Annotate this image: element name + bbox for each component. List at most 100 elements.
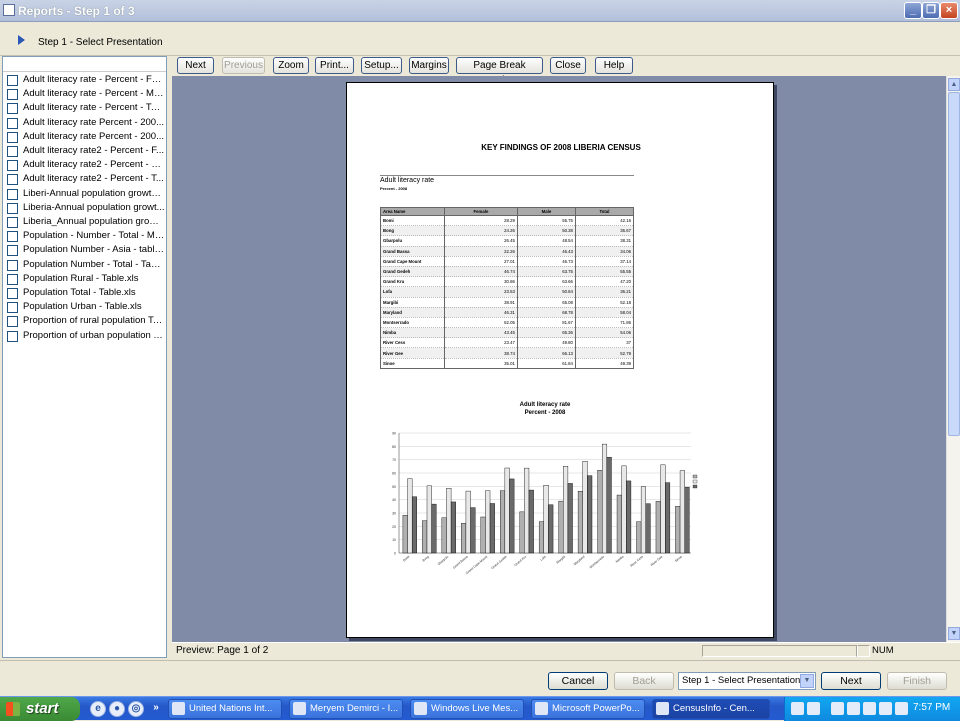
previous-page-button[interactable]: Previous — [222, 57, 265, 74]
file-list-item[interactable]: Adult literacy rate - Percent - Fe... — [7, 73, 165, 87]
bar — [431, 503, 437, 554]
finish-button[interactable]: Finish — [887, 672, 947, 690]
print-button[interactable]: Print... — [315, 57, 354, 74]
file-checkbox[interactable] — [7, 273, 18, 285]
file-list-item[interactable]: Population Rural - Table.xls — [7, 272, 165, 286]
file-list-item[interactable]: Population - Number - Total - Ma... — [7, 229, 165, 243]
cancel-button[interactable]: Cancel — [548, 672, 608, 690]
scroll-down-icon[interactable]: ▼ — [948, 627, 960, 640]
taskbar-item[interactable]: Meryem Demirci - I... — [289, 699, 403, 719]
file-list-item[interactable]: Population Number - Asia - table.... — [7, 243, 165, 257]
bar — [450, 501, 456, 554]
value-cell: 34.06 — [574, 245, 635, 257]
file-checkbox[interactable] — [7, 202, 18, 214]
bar — [441, 517, 447, 554]
file-checkbox[interactable] — [7, 75, 18, 86]
file-list-item[interactable]: Adult literacy rate2 - Percent - M... — [7, 158, 165, 172]
status-panel — [702, 645, 870, 657]
firefox-quicklaunch-icon[interactable]: ● — [109, 701, 125, 717]
file-checkbox[interactable] — [7, 217, 18, 228]
taskbar-item[interactable]: Microsoft PowerPo... — [531, 699, 645, 719]
value-cell: 38.91 — [444, 296, 518, 308]
file-list-item[interactable]: Population Total - Table.xls — [7, 286, 165, 300]
taskbar-item[interactable]: Windows Live Mes... — [410, 699, 524, 719]
clock: 7:57 PM — [913, 702, 951, 713]
file-list-item[interactable]: Proportion of urban population T... — [7, 329, 165, 343]
messenger-tray-icon[interactable] — [831, 702, 844, 715]
file-list-item[interactable]: Adult literacy rate Percent - 200... — [7, 130, 165, 144]
file-checkbox[interactable] — [7, 188, 18, 200]
file-checkbox[interactable] — [7, 330, 18, 342]
taskbar-item-label: CensusInfo - Cen... — [673, 703, 755, 714]
table-row: River Cess 23.47 49.80 37 — [380, 337, 635, 348]
bar — [519, 511, 525, 554]
file-checkbox[interactable] — [7, 174, 18, 186]
y-tick-label: 60 — [392, 472, 396, 476]
minimize-icon[interactable]: _ — [904, 2, 922, 19]
value-cell: 23.47 — [444, 337, 518, 348]
chevron-right-icon[interactable]: » — [148, 701, 164, 717]
file-list-item[interactable]: Proportion of rural population Tot... — [7, 314, 165, 328]
file-checkbox[interactable] — [7, 89, 18, 101]
file-list-item[interactable]: Adult literacy rate2 - Percent - T... — [7, 172, 165, 186]
file-checkbox[interactable] — [7, 117, 18, 129]
zoom-button[interactable]: Zoom — [273, 57, 309, 74]
back-button[interactable]: Back — [614, 672, 674, 690]
file-list-item[interactable]: Population Number - Total - Table... — [7, 258, 165, 272]
file-list-item[interactable]: Adult literacy rate Percent - 200... — [7, 116, 165, 130]
file-checkbox[interactable] — [7, 316, 18, 328]
file-list-item[interactable]: Liberia-Annual population growt... — [7, 201, 165, 215]
setup-button[interactable]: Setup... — [361, 57, 402, 74]
status-divider — [856, 645, 858, 657]
next-page-button[interactable]: Next — [177, 57, 214, 74]
value-cell: 65.08 — [516, 296, 576, 308]
file-list-item[interactable]: Population Urban - Table.xls — [7, 300, 165, 314]
file-name: Adult literacy rate - Percent - Tot... — [23, 102, 165, 114]
scroll-thumb[interactable] — [948, 92, 960, 436]
chevron-down-icon[interactable]: ▼ — [800, 674, 814, 688]
value-cell: 26.45 — [444, 235, 518, 247]
file-checkbox[interactable] — [7, 103, 18, 115]
volume-tray-icon[interactable] — [895, 702, 908, 715]
file-list-item[interactable]: Liberi-Annual population growth ... — [7, 187, 165, 201]
bar — [485, 490, 491, 554]
security-tray-icon[interactable] — [847, 702, 860, 715]
file-checkbox[interactable] — [7, 160, 18, 172]
file-checkbox[interactable] — [7, 245, 18, 257]
close-preview-button[interactable]: Close — [550, 57, 586, 74]
shield-tray-icon[interactable] — [879, 702, 892, 715]
network-tray-icon[interactable] — [807, 702, 820, 715]
sync-tray-icon[interactable] — [863, 702, 876, 715]
file-list-item[interactable]: Adult literacy rate - Percent - Mal... — [7, 87, 165, 101]
file-list-item[interactable]: Adult literacy rate - Percent - Tot... — [7, 101, 165, 115]
file-checkbox[interactable] — [7, 231, 18, 243]
vertical-scrollbar[interactable]: ▲ ▼ — [946, 76, 960, 642]
page-break-preview-button[interactable]: Page Break Preview — [456, 57, 543, 86]
taskbar-item[interactable]: United Nations Int... — [168, 699, 282, 719]
restore-icon[interactable]: ❐ — [922, 2, 940, 19]
close-icon[interactable]: × — [940, 2, 958, 19]
file-checkbox[interactable] — [7, 146, 18, 157]
file-checkbox[interactable] — [7, 288, 18, 299]
file-name: Proportion of urban population T... — [23, 329, 165, 341]
taskbar-item[interactable]: CensusInfo - Cen... — [652, 699, 770, 719]
value-cell: 46.43 — [516, 245, 576, 257]
step-select[interactable]: Step 1 - Select Presentation ▼ — [678, 672, 816, 690]
report-page: KEY FINDINGS OF 2008 LIBERIA CENSUS Adul… — [346, 82, 774, 638]
file-list-item[interactable]: Adult literacy rate2 - Percent - F... — [7, 144, 165, 158]
ie-quicklaunch-icon[interactable]: e — [90, 701, 106, 717]
file-checkbox[interactable] — [7, 302, 18, 314]
browser-quicklaunch-icon[interactable]: ◎ — [128, 701, 144, 717]
num-lock-indicator: NUM — [872, 645, 894, 656]
scroll-up-icon[interactable]: ▲ — [948, 78, 960, 91]
help-tray-icon[interactable] — [791, 702, 804, 715]
start-button[interactable]: start — [0, 697, 80, 721]
file-checkbox[interactable] — [7, 131, 18, 143]
help-button[interactable]: Help — [595, 57, 633, 74]
margins-button[interactable]: Margins — [409, 57, 449, 74]
next-button[interactable]: Next — [821, 672, 881, 690]
area-name-cell: Grand Kru — [380, 276, 445, 287]
file-list-item[interactable]: Liberia_Annual population growt... — [7, 215, 165, 229]
bar — [426, 485, 432, 554]
file-checkbox[interactable] — [7, 259, 18, 271]
